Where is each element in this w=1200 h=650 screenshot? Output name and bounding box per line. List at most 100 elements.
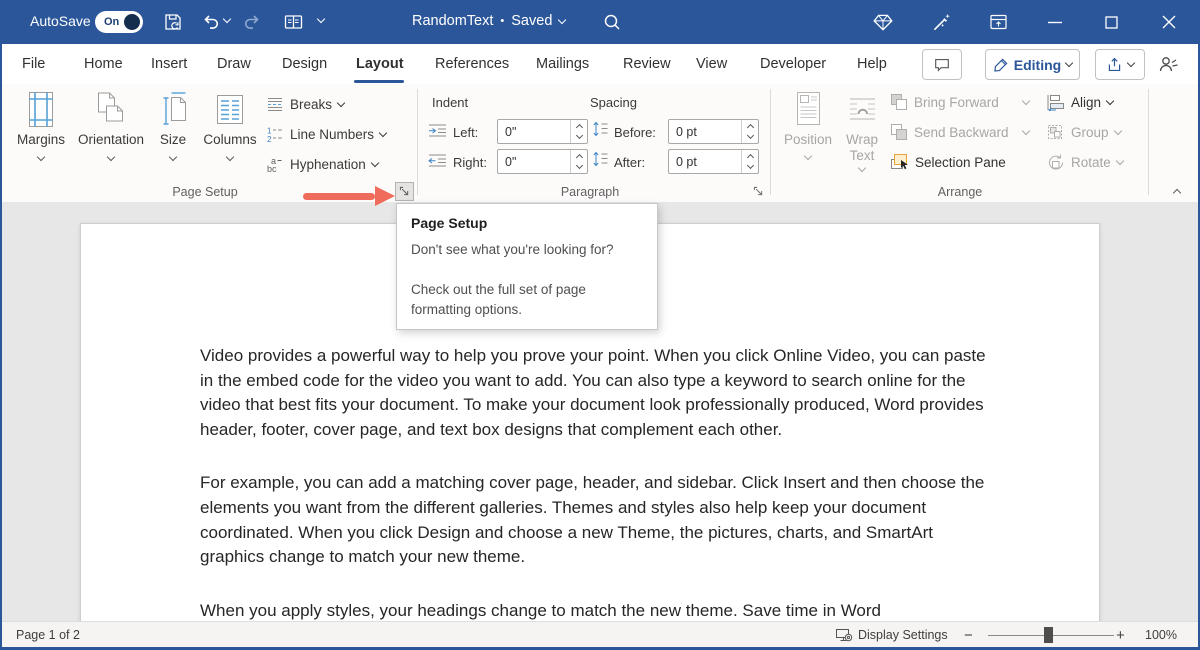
document-title[interactable]: RandomText • Saved [412,13,565,29]
presence-people-icon[interactable] [1157,54,1179,74]
tab-developer[interactable]: Developer [760,44,826,84]
size-button[interactable]: Size [152,88,194,160]
tooltip-title: Page Setup [411,215,643,231]
page-setup-tooltip: Page Setup Don't see what you're looking… [396,203,658,330]
display-settings-label: Display Settings [858,628,948,642]
spacing-before-label: Before: [614,125,656,140]
tooltip-body-line2: Check out the full set of page formattin… [411,280,623,320]
annotation-arrow [303,186,395,206]
group-divider [417,89,418,195]
collapse-ribbon-chevron-icon[interactable] [1174,183,1180,201]
tab-design[interactable]: Design [282,44,327,84]
align-label: Align [1071,95,1101,110]
paragraph: When you apply styles, your headings cha… [200,599,988,621]
undo-dropdown-chevron-icon[interactable] [224,19,230,22]
read-mode-icon[interactable] [283,12,304,32]
page-setup-dialog-launcher[interactable] [395,182,414,201]
bring-forward-icon [890,93,908,111]
zoom-slider-thumb[interactable] [1044,627,1053,643]
paragraph: For example, you can add a matching cove… [200,471,988,569]
search-icon[interactable] [602,12,622,32]
document-title-text: RandomText [412,13,493,29]
line-numbers-button[interactable]: 12 Line Numbers [266,122,386,146]
customize-toolbar-chevron-icon[interactable] [318,19,324,22]
redo-icon [243,12,263,32]
hyphenation-icon: abc [266,156,284,173]
chevron-down-icon [1127,59,1135,67]
spacing-heading: Spacing [590,95,637,110]
page-setup-group-label: Page Setup [150,185,260,199]
undo-icon[interactable] [200,12,220,32]
comments-button[interactable] [922,49,962,80]
align-button[interactable]: Align [1046,90,1113,114]
spacing-after-label: After: [614,155,645,170]
chevron-down-icon [371,158,379,166]
indent-right-spinner[interactable] [570,150,587,173]
display-settings-button[interactable]: Display Settings [835,622,948,648]
breaks-label: Breaks [290,97,332,112]
hyphenation-label: Hyphenation [290,157,366,172]
premium-diamond-icon[interactable] [872,11,894,33]
orientation-label: Orientation [78,132,144,148]
spacing-before-input[interactable]: 0 pt [668,119,759,144]
page-indicator[interactable]: Page 1 of 2 [16,622,80,648]
tab-mailings[interactable]: Mailings [536,44,589,84]
editor-wand-icon[interactable] [930,11,952,33]
close-button[interactable] [1162,15,1176,29]
zoom-out-button[interactable]: − [964,622,973,648]
tab-review[interactable]: Review [623,44,671,84]
save-status: Saved [511,13,552,29]
indent-right-input[interactable]: 0" [497,149,588,174]
orientation-icon [94,88,128,130]
indent-right-label: Right: [453,155,487,170]
margins-button[interactable]: Margins [12,88,70,160]
paragraph-dialog-launcher[interactable] [750,183,767,200]
editing-mode-button[interactable]: Editing [985,49,1080,80]
spacing-after-input[interactable]: 0 pt [668,149,759,174]
group-divider [770,89,771,195]
tab-insert[interactable]: Insert [151,44,187,84]
chevron-down-icon [1106,96,1114,104]
indent-left-input[interactable]: 0" [497,119,588,144]
tab-layout[interactable]: Layout [356,44,404,84]
tab-file[interactable]: File [22,44,45,84]
title-separator: • [500,15,504,27]
tab-home[interactable]: Home [84,44,123,84]
orientation-button[interactable]: Orientation [72,88,150,160]
spacing-before-spinner[interactable] [741,120,758,143]
minimize-button[interactable] [1048,21,1062,24]
paragraph-group-label: Paragraph [535,185,645,199]
breaks-button[interactable]: Breaks [266,92,344,116]
chevron-down-icon [169,153,177,161]
save-icon[interactable] [163,12,183,32]
wrap-text-label: Wrap Text [838,132,886,164]
document-text[interactable]: Video provides a powerful way to help yo… [200,344,988,621]
chevron-down-icon [804,152,812,160]
autosave-toggle[interactable]: On [95,11,143,33]
ribbon-layout-tab: Margins Orientation Size Columns Breaks … [0,84,1200,203]
columns-button[interactable]: Columns [198,88,262,160]
indent-heading: Indent [432,95,468,110]
spacing-after-spinner[interactable] [741,150,758,173]
spacing-after-icon [592,151,609,172]
zoom-level[interactable]: 100% [1145,622,1177,648]
tab-help[interactable]: Help [857,44,887,84]
selection-pane-icon [890,153,909,171]
tab-view[interactable]: View [696,44,727,84]
zoom-in-button[interactable]: + [1116,622,1125,648]
ribbon-display-options-icon[interactable] [988,12,1009,32]
tab-references[interactable]: References [435,44,509,84]
selection-pane-button[interactable]: Selection Pane [890,150,1006,174]
tooltip-body-line1: Don't see what you're looking for? [411,240,643,260]
spacing-before-icon [592,121,609,142]
chevron-down-icon [1065,59,1073,67]
share-button[interactable] [1095,49,1145,80]
indent-left-spinner[interactable] [570,120,587,143]
tab-draw[interactable]: Draw [217,44,251,84]
hyphenation-button[interactable]: abc Hyphenation [266,152,378,176]
pencil-icon [993,57,1009,73]
autosave-label: AutoSave [30,13,91,29]
maximize-button[interactable] [1105,16,1118,29]
group-button: Group [1046,120,1121,144]
chevron-down-icon [1021,126,1029,134]
